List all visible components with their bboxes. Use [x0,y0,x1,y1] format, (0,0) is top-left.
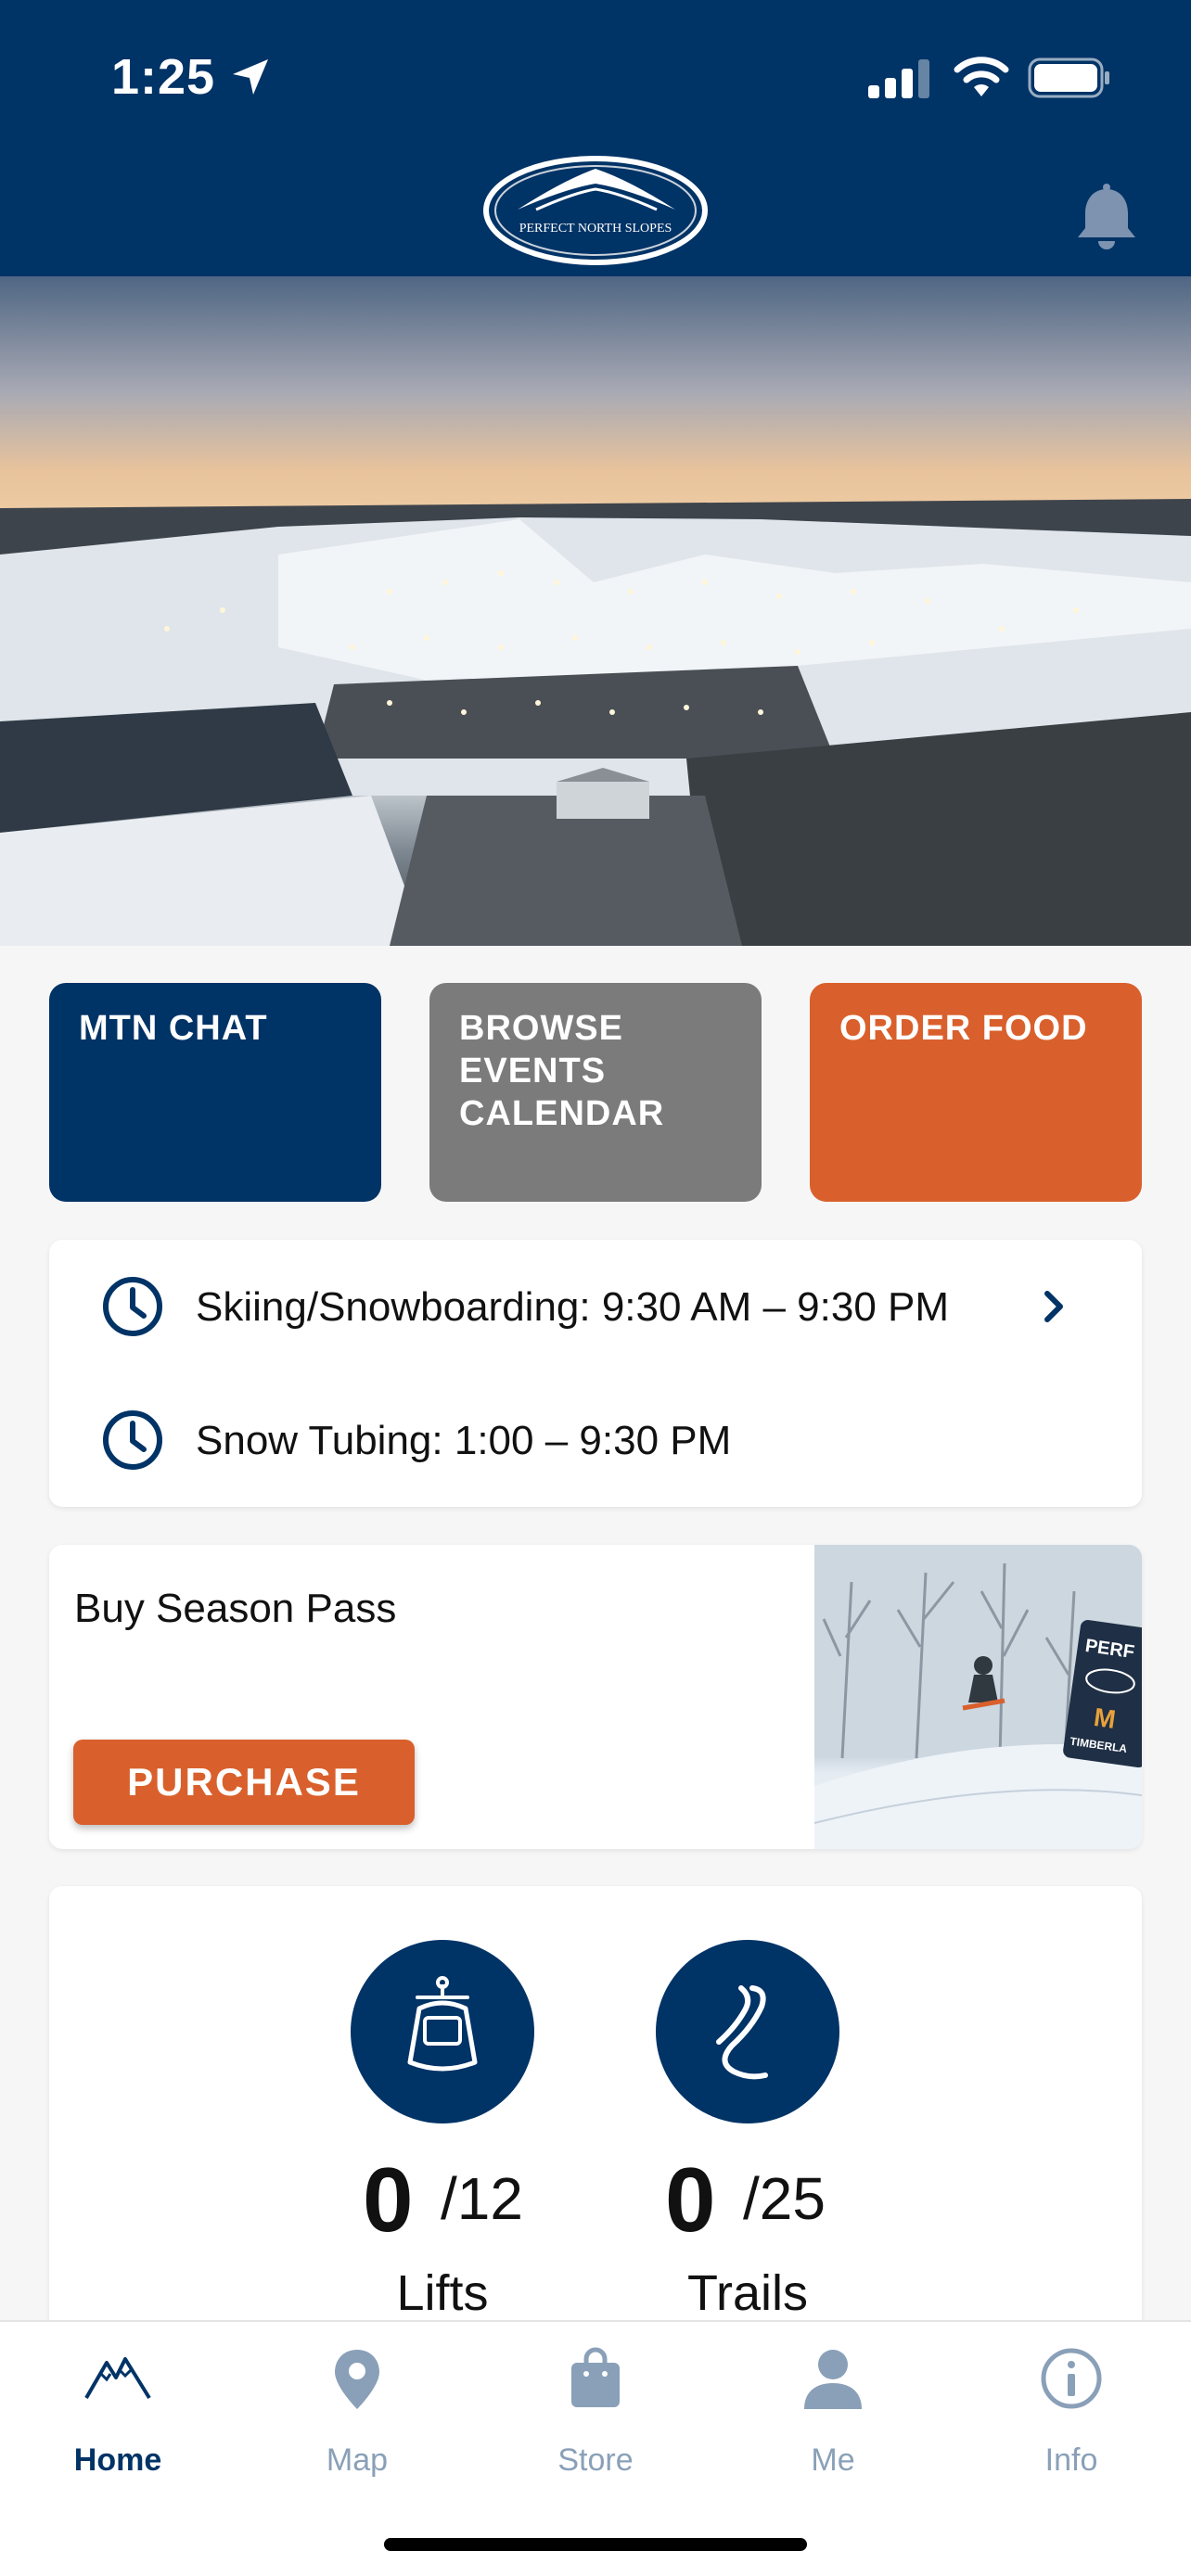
tab-store[interactable]: Store [503,2346,688,2478]
tab-info[interactable]: Info [979,2346,1164,2478]
browse-events-calendar-tile[interactable]: BROWSE EVENTS CALENDAR [429,983,762,1202]
hero-photo-illustration [0,276,1191,946]
gondola-icon [407,1976,478,2072]
lifts-total-count: /12 [441,2165,523,2232]
clock-icon [103,1410,162,1470]
battery-icon [1028,57,1109,98]
svg-text:M: M [1092,1702,1117,1734]
lifts-trails-status-card: 0 /12 Lifts 0 /25 Trails [49,1886,1142,2350]
lifts-open-count: 0 [363,2149,414,2251]
season-pass-title: Buy Season Pass [74,1586,397,1631]
info-icon [1041,2348,1102,2409]
svg-text:PERFECT NORTH SLOPES: PERFECT NORTH SLOPES [519,222,672,236]
lift-status-badge [351,1940,534,2123]
mountain-icon [84,2357,151,2400]
trails-total-count: /25 [743,2165,826,2232]
tab-me-label: Me [811,2442,855,2478]
trails-label: Trails [687,2265,808,2321]
tab-home[interactable]: Home [25,2346,211,2478]
location-arrow-icon [233,59,268,95]
trail-status-badge [656,1940,839,2123]
tab-store-label: Store [557,2442,634,2478]
home-indicator [384,2538,807,2551]
clock-icon [103,1277,162,1336]
tab-home-label: Home [73,2442,162,2478]
wifi-icon [954,57,1009,96]
notification-bell-icon[interactable] [1074,184,1139,254]
season-pass-card: Buy Season Pass PURCHASE PERF M TIMBERLA [49,1545,1142,1849]
status-bar: 1:25 [0,0,1191,158]
tab-map-label: Map [326,2442,389,2478]
skiing-hours-row[interactable]: Skiing/Snowboarding: 9:30 AM – 9:30 PM [49,1262,1142,1373]
lifts-label: Lifts [396,2265,489,2321]
season-pass-photo: PERF M TIMBERLA [814,1545,1142,1849]
season-pass-photo-illustration: PERF M TIMBERLA [814,1545,1142,1849]
hours-card: Skiing/Snowboarding: 9:30 AM – 9:30 PM S… [49,1240,1142,1507]
tab-me[interactable]: Me [740,2346,926,2478]
shopping-bag-icon [571,2347,620,2407]
app-header: 1:25 PERFECT NORTH SLOPES [0,0,1191,276]
status-time: 1:25 [111,49,216,105]
tab-info-label: Info [1044,2442,1098,2478]
person-icon [804,2350,862,2409]
mtn-chat-tile[interactable]: MTN CHAT [49,983,381,1202]
chevron-right-icon[interactable] [1040,1288,1068,1325]
skiing-hours-label: Skiing/Snowboarding: 9:30 AM – 9:30 PM [196,1284,950,1330]
tubing-hours-label: Snow Tubing: 1:00 – 9:30 PM [196,1418,732,1463]
perfect-north-logo: PERFECT NORTH SLOPES [483,156,708,265]
trail-squiggle-icon [716,1985,768,2080]
map-pin-icon [335,2350,379,2409]
order-food-tile[interactable]: ORDER FOOD [810,983,1142,1202]
tab-map[interactable]: Map [264,2346,450,2478]
hero-resort-photo [0,276,1191,946]
cellular-signal-icon [868,59,929,98]
tubing-hours-row: Snow Tubing: 1:00 – 9:30 PM [49,1396,1142,1507]
quick-action-tiles: MTN CHAT BROWSE EVENTS CALENDAR ORDER FO… [0,983,1191,1202]
trails-open-count: 0 [665,2149,716,2251]
purchase-button[interactable]: PURCHASE [73,1740,415,1825]
